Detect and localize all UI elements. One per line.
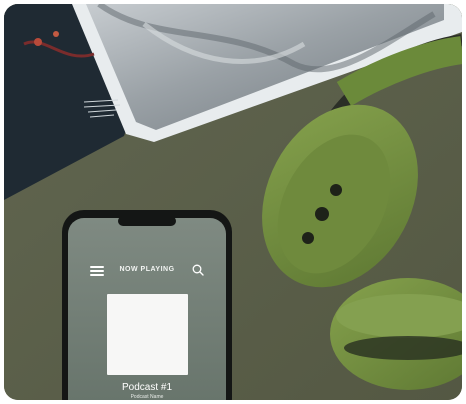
hamburger-menu-icon[interactable] [90,266,104,276]
player-header: NOW PLAYING [76,262,218,278]
podcast-name: Podcast Name [130,394,164,400]
search-icon[interactable] [192,264,204,276]
photo-scene: NOW PLAYING Podcast #1 Podcast Name [4,4,462,400]
scene-illustration [4,4,462,400]
now-playing-title: NOW PLAYING [119,266,175,273]
album-art [107,294,188,375]
podcast-player-screen: NOW PLAYING Podcast #1 Podcast Name [76,232,218,400]
track-title: Podcast #1 [121,382,173,393]
